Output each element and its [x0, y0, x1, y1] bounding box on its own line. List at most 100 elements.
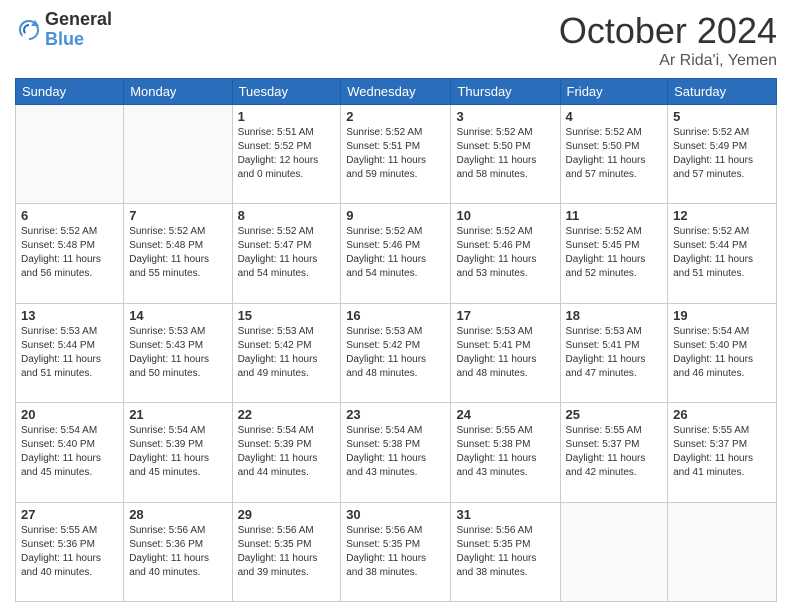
location-subtitle: Ar Rida'i, Yemen — [559, 52, 777, 70]
calendar-week-3: 13 Sunrise: 5:53 AM Sunset: 5:44 PM Dayli… — [16, 303, 777, 402]
day-info: Sunrise: 5:52 AM Sunset: 5:47 PM Dayligh… — [238, 225, 336, 281]
day-info: Sunrise: 5:52 AM Sunset: 5:45 PM Dayligh… — [566, 225, 663, 281]
calendar-cell: 5Sunrise: 5:52 AM Sunset: 5:49 PM Daylig… — [668, 105, 777, 204]
day-header-thursday: Thursday — [451, 79, 560, 105]
calendar-cell: 18 Sunrise: 5:53 AM Sunset: 5:41 PM Dayli… — [560, 303, 668, 402]
calendar-cell: 30Sunrise: 5:56 AM Sunset: 5:35 PM Dayli… — [341, 502, 451, 601]
day-number: 15 — [238, 308, 336, 323]
day-info: Sunrise: 5:54 AM Sunset: 5:39 PM Dayligh… — [238, 424, 336, 480]
day-number: 31 — [456, 507, 554, 522]
day-number: 28 — [129, 507, 226, 522]
calendar-week-5: 27 Sunrise: 5:55 AM Sunset: 5:36 PM Dayli… — [16, 502, 777, 601]
day-info: Sunrise: 5:54 AM Sunset: 5:40 PM Dayligh… — [673, 325, 771, 381]
calendar-cell: 15 Sunrise: 5:53 AM Sunset: 5:42 PM Dayli… — [232, 303, 341, 402]
calendar-week-1: 1Sunrise: 5:51 AM Sunset: 5:52 PM Daylig… — [16, 105, 777, 204]
day-info: Sunrise: 5:52 AM Sunset: 5:44 PM Dayligh… — [673, 225, 771, 281]
day-info: Sunrise: 5:54 AM Sunset: 5:40 PM Dayligh… — [21, 424, 118, 480]
calendar-cell: 1Sunrise: 5:51 AM Sunset: 5:52 PM Daylig… — [232, 105, 341, 204]
day-number: 3 — [456, 109, 554, 124]
calendar-cell: 29 Sunrise: 5:56 AM Sunset: 5:35 PM Dayli… — [232, 502, 341, 601]
day-number: 13 — [21, 308, 118, 323]
logo-blue-text: Blue — [45, 30, 112, 50]
day-number: 6 — [21, 208, 118, 223]
calendar-cell: 8 Sunrise: 5:52 AM Sunset: 5:47 PM Daylig… — [232, 204, 341, 303]
day-info: Sunrise: 5:53 AM Sunset: 5:42 PM Dayligh… — [238, 325, 336, 381]
calendar-cell: 12Sunrise: 5:52 AM Sunset: 5:44 PM Dayli… — [668, 204, 777, 303]
day-info: Sunrise: 5:55 AM Sunset: 5:38 PM Dayligh… — [456, 424, 554, 480]
logo: General Blue — [15, 10, 112, 50]
day-number: 5 — [673, 109, 771, 124]
calendar-cell: 19 Sunrise: 5:54 AM Sunset: 5:40 PM Dayli… — [668, 303, 777, 402]
calendar-cell: 26 Sunrise: 5:55 AM Sunset: 5:37 PM Dayli… — [668, 403, 777, 502]
day-info: Sunrise: 5:52 AM Sunset: 5:46 PM Dayligh… — [456, 225, 554, 281]
day-info: Sunrise: 5:52 AM Sunset: 5:46 PM Dayligh… — [346, 225, 445, 281]
day-number: 20 — [21, 407, 118, 422]
day-info: Sunrise: 5:54 AM Sunset: 5:38 PM Dayligh… — [346, 424, 445, 480]
header: General Blue October 2024 Ar Rida'i, Yem… — [15, 10, 777, 70]
day-info: Sunrise: 5:52 AM Sunset: 5:48 PM Dayligh… — [21, 225, 118, 281]
calendar-cell: 7Sunrise: 5:52 AM Sunset: 5:48 PM Daylig… — [124, 204, 232, 303]
calendar-cell: 28 Sunrise: 5:56 AM Sunset: 5:36 PM Dayli… — [124, 502, 232, 601]
calendar-cell — [124, 105, 232, 204]
logo-icon — [15, 16, 43, 44]
calendar-cell: 14 Sunrise: 5:53 AM Sunset: 5:43 PM Dayli… — [124, 303, 232, 402]
day-header-tuesday: Tuesday — [232, 79, 341, 105]
calendar-cell: 23Sunrise: 5:54 AM Sunset: 5:38 PM Dayli… — [341, 403, 451, 502]
day-info: Sunrise: 5:53 AM Sunset: 5:44 PM Dayligh… — [21, 325, 118, 381]
title-section: October 2024 Ar Rida'i, Yemen — [559, 10, 777, 70]
calendar-cell: 9 Sunrise: 5:52 AM Sunset: 5:46 PM Daylig… — [341, 204, 451, 303]
day-number: 10 — [456, 208, 554, 223]
day-number: 7 — [129, 208, 226, 223]
day-number: 19 — [673, 308, 771, 323]
day-number: 26 — [673, 407, 771, 422]
day-info: Sunrise: 5:53 AM Sunset: 5:41 PM Dayligh… — [456, 325, 554, 381]
day-info: Sunrise: 5:55 AM Sunset: 5:36 PM Dayligh… — [21, 524, 118, 580]
day-info: Sunrise: 5:52 AM Sunset: 5:50 PM Dayligh… — [456, 126, 554, 182]
day-header-sunday: Sunday — [16, 79, 124, 105]
calendar-cell: 20 Sunrise: 5:54 AM Sunset: 5:40 PM Dayli… — [16, 403, 124, 502]
day-info: Sunrise: 5:53 AM Sunset: 5:42 PM Dayligh… — [346, 325, 445, 381]
day-number: 8 — [238, 208, 336, 223]
day-info: Sunrise: 5:54 AM Sunset: 5:39 PM Dayligh… — [129, 424, 226, 480]
day-number: 16 — [346, 308, 445, 323]
day-number: 17 — [456, 308, 554, 323]
day-header-saturday: Saturday — [668, 79, 777, 105]
day-number: 27 — [21, 507, 118, 522]
page: General Blue October 2024 Ar Rida'i, Yem… — [0, 0, 792, 612]
calendar-cell: 16 Sunrise: 5:53 AM Sunset: 5:42 PM Dayli… — [341, 303, 451, 402]
day-number: 4 — [566, 109, 663, 124]
day-number: 30 — [346, 507, 445, 522]
day-number: 29 — [238, 507, 336, 522]
day-info: Sunrise: 5:56 AM Sunset: 5:36 PM Dayligh… — [129, 524, 226, 580]
day-number: 18 — [566, 308, 663, 323]
day-header-friday: Friday — [560, 79, 668, 105]
day-info: Sunrise: 5:55 AM Sunset: 5:37 PM Dayligh… — [673, 424, 771, 480]
day-number: 11 — [566, 208, 663, 223]
day-info: Sunrise: 5:53 AM Sunset: 5:41 PM Dayligh… — [566, 325, 663, 381]
day-number: 21 — [129, 407, 226, 422]
day-number: 25 — [566, 407, 663, 422]
calendar-cell — [560, 502, 668, 601]
calendar-week-2: 6 Sunrise: 5:52 AM Sunset: 5:48 PM Daylig… — [16, 204, 777, 303]
day-header-wednesday: Wednesday — [341, 79, 451, 105]
calendar-cell: 25Sunrise: 5:55 AM Sunset: 5:37 PM Dayli… — [560, 403, 668, 502]
month-title: October 2024 — [559, 10, 777, 52]
day-number: 1 — [238, 109, 336, 124]
calendar-cell: 11 Sunrise: 5:52 AM Sunset: 5:45 PM Dayli… — [560, 204, 668, 303]
calendar-cell: 10 Sunrise: 5:52 AM Sunset: 5:46 PM Dayli… — [451, 204, 560, 303]
calendar-cell — [16, 105, 124, 204]
calendar-cell: 3 Sunrise: 5:52 AM Sunset: 5:50 PM Daylig… — [451, 105, 560, 204]
day-number: 14 — [129, 308, 226, 323]
day-number: 9 — [346, 208, 445, 223]
calendar-cell: 17 Sunrise: 5:53 AM Sunset: 5:41 PM Dayli… — [451, 303, 560, 402]
calendar-cell: 6 Sunrise: 5:52 AM Sunset: 5:48 PM Daylig… — [16, 204, 124, 303]
day-info: Sunrise: 5:56 AM Sunset: 5:35 PM Dayligh… — [456, 524, 554, 580]
day-info: Sunrise: 5:53 AM Sunset: 5:43 PM Dayligh… — [129, 325, 226, 381]
calendar-cell: 21 Sunrise: 5:54 AM Sunset: 5:39 PM Dayli… — [124, 403, 232, 502]
day-number: 22 — [238, 407, 336, 422]
day-info: Sunrise: 5:52 AM Sunset: 5:50 PM Dayligh… — [566, 126, 663, 182]
calendar-cell: 24Sunrise: 5:55 AM Sunset: 5:38 PM Dayli… — [451, 403, 560, 502]
day-header-monday: Monday — [124, 79, 232, 105]
day-info: Sunrise: 5:56 AM Sunset: 5:35 PM Dayligh… — [238, 524, 336, 580]
day-number: 2 — [346, 109, 445, 124]
